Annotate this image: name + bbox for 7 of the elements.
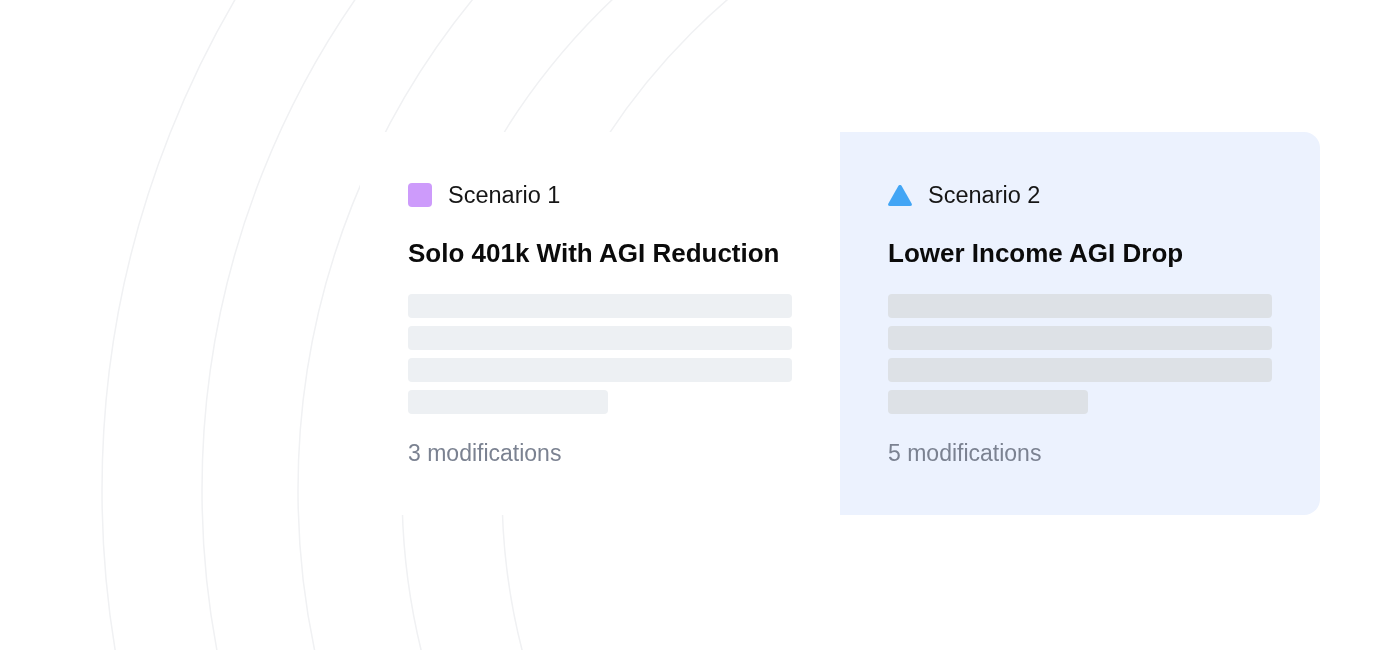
scenario-title: Solo 401k With AGI Reduction (408, 237, 781, 269)
scenario-card[interactable]: Scenario 2 Lower Income AGI Drop 5 modifications (840, 132, 1320, 515)
scenario-label: Scenario 2 (928, 181, 1041, 210)
modifications-count: 5 modifications (888, 439, 1043, 468)
scenario-title: Lower Income AGI Drop (888, 237, 1185, 269)
modifications-count: 3 modifications (408, 439, 563, 468)
scenario-label: Scenario 1 (448, 181, 561, 210)
